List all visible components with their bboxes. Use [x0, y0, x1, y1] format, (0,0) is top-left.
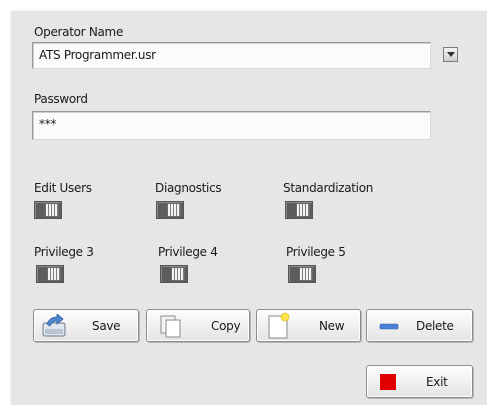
- toggle-knob: [299, 267, 313, 281]
- copy-icon: [160, 315, 181, 338]
- password-field[interactable]: ***: [32, 111, 431, 140]
- copy-button[interactable]: Copy: [146, 309, 250, 342]
- save-button[interactable]: Save: [33, 309, 139, 342]
- privilege-label-standardization: Standardization: [283, 181, 374, 195]
- exit-stop-icon: [380, 374, 396, 390]
- toggle-privilege-5[interactable]: [288, 265, 316, 283]
- exit-button[interactable]: Exit: [366, 365, 473, 398]
- toggle-knob: [45, 203, 59, 217]
- operator-name-label: Operator Name: [34, 25, 124, 39]
- exit-button-label: Exit: [426, 375, 448, 389]
- new-document-icon: [268, 312, 290, 339]
- password-label: Password: [34, 92, 88, 106]
- toggle-knob: [167, 203, 181, 217]
- operator-name-field[interactable]: ATS Programmer.usr: [32, 42, 431, 69]
- toggle-knob: [296, 203, 310, 217]
- toggle-diagnostics[interactable]: [156, 201, 184, 219]
- privilege-label-diagnostics: Diagnostics: [155, 181, 222, 195]
- delete-minus-icon: [379, 323, 399, 330]
- privilege-label-privilege-4: Privilege 4: [158, 245, 218, 259]
- toggle-knob: [171, 267, 185, 281]
- save-icon: [42, 314, 66, 337]
- toggle-privilege-4[interactable]: [160, 265, 188, 283]
- toggle-standardization[interactable]: [285, 201, 313, 219]
- toggle-privilege-3[interactable]: [36, 265, 64, 283]
- privilege-label-privilege-5: Privilege 5: [286, 245, 346, 259]
- privilege-label-edit-users: Edit Users: [34, 181, 92, 195]
- privilege-label-privilege-3: Privilege 3: [34, 245, 94, 259]
- save-button-label: Save: [92, 319, 121, 333]
- new-button-label: New: [319, 319, 345, 333]
- new-button[interactable]: New: [256, 309, 361, 342]
- operator-dropdown-icon[interactable]: [443, 47, 458, 62]
- delete-button[interactable]: Delete: [366, 309, 473, 342]
- copy-button-label: Copy: [211, 319, 241, 333]
- user-manager-panel: [10, 10, 487, 405]
- password-value: ***: [39, 117, 57, 131]
- operator-name-value: ATS Programmer.usr: [39, 48, 156, 62]
- toggle-edit-users[interactable]: [34, 201, 62, 219]
- delete-button-label: Delete: [416, 319, 454, 333]
- toggle-knob: [47, 267, 61, 281]
